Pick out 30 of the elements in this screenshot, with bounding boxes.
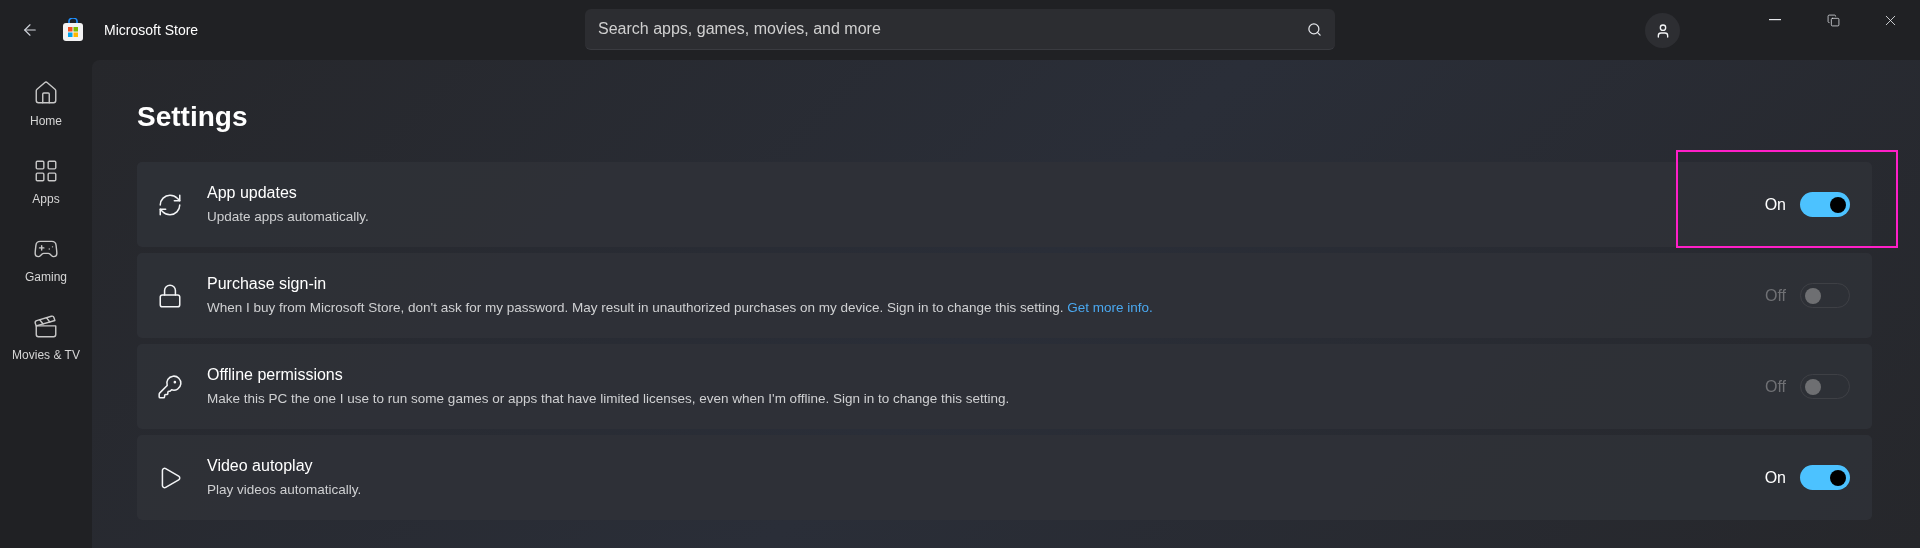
search-field[interactable]: Search apps, games, movies, and more [585,9,1335,50]
toggle-state-label: On [1764,194,1786,215]
setting-title: App updates [207,183,298,204]
home-icon [33,79,59,106]
account-button[interactable] [1645,13,1680,48]
toggle-state-label: On [1764,467,1786,488]
minimize-icon [1769,19,1781,21]
sidebar-item[interactable]: Movies & TV [2,306,90,371]
search-icon[interactable] [1307,22,1322,37]
clapperboard-icon [33,313,59,340]
setting-description: Make this PC the one I use to run some games or apps that have limited licenses, even when I'm offline. Sign in to change this setting. [207,390,1011,409]
setting-title: Purchase sign-in [207,274,328,295]
toggle-switch[interactable] [1800,465,1850,490]
sidebar-item[interactable]: Gaming [2,228,90,293]
toggle-switch[interactable] [1800,192,1850,217]
setting-title: Offline permissions [207,365,344,386]
sidebar-item[interactable]: Home [2,72,90,137]
setting-description: Update apps automatically. [207,208,370,227]
key-icon [157,373,183,400]
lock-icon [157,282,183,309]
restore-icon [1826,13,1840,27]
page-title: Settings [137,100,249,134]
setting-description: Play videos automatically. [207,481,363,500]
toggle-state-label: Off [1764,376,1786,397]
toggle-state-label: Off [1764,285,1786,306]
setting-title: Video autoplay [207,456,314,477]
setting-description: When I buy from Microsoft Store, don't ask for my password. May result in unauthorized purchases on my device. Sign in to change this setting. Get more info. [207,299,1154,318]
store-logo-icon [62,18,84,42]
sidebar-item[interactable]: Apps [2,150,90,215]
window-title: Microsoft Store [104,20,199,40]
